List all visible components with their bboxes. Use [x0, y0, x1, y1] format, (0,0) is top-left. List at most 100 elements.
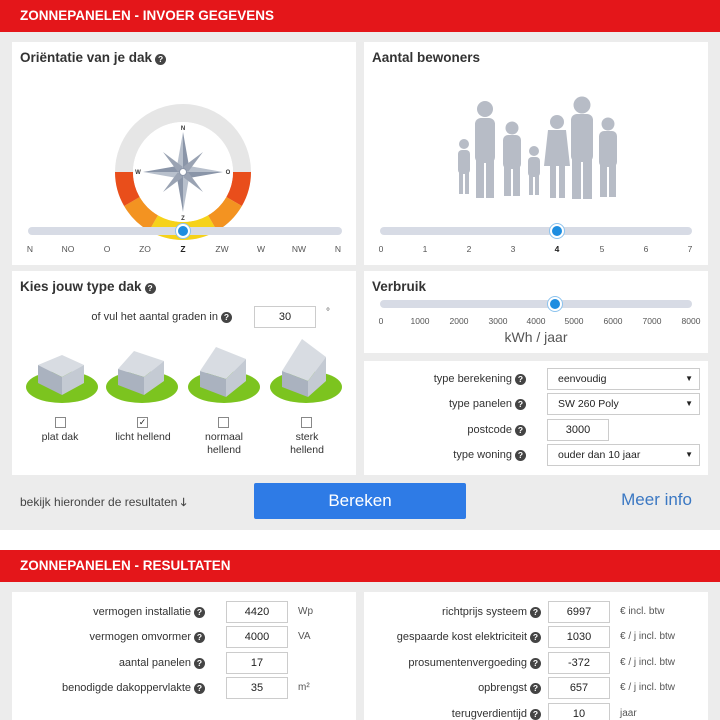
bewoners-slider[interactable]	[380, 227, 692, 235]
tick-label: 4000	[526, 316, 546, 326]
help-icon[interactable]: ?	[515, 425, 526, 436]
type-panelen-select[interactable]: SW 260 Poly ▼	[547, 393, 700, 415]
tick-label: 0	[378, 244, 384, 254]
checkbox-licht-hellend[interactable]: ✓	[137, 417, 148, 428]
roof-types-illustration[interactable]	[12, 337, 356, 427]
result-label: prosumentenvergoeding	[408, 657, 527, 669]
result-unit: VA	[298, 631, 311, 642]
orientatie-slider-thumb[interactable]	[176, 224, 190, 238]
help-icon[interactable]: ?	[530, 607, 541, 618]
dropdown-caret-icon: ▼	[685, 399, 693, 408]
label-plat-dak[interactable]: plat dak	[25, 431, 95, 444]
help-icon[interactable]: ?	[515, 399, 526, 410]
tick-label: 2	[466, 244, 472, 254]
result-unit: Wp	[298, 606, 313, 617]
tick-label: 6	[643, 244, 649, 254]
tick-label: O	[103, 244, 111, 254]
tick-label: 1	[422, 244, 428, 254]
tick-label: 7	[687, 244, 693, 254]
tick-label: 3	[510, 244, 516, 254]
settings-form-panel: type berekening? eenvoudig ▼ type panelen…	[364, 361, 708, 475]
tick-label: N	[26, 244, 34, 254]
tick-label: NO	[61, 244, 75, 254]
results-hint[interactable]: bekijk hieronder de resultaten 🡓	[20, 494, 187, 513]
resultaten-right-panel: richtprijs systeem? 6997 € incl. btw ges…	[364, 592, 708, 720]
compass-label-w: W	[135, 170, 141, 176]
resultaten-left-panel: vermogen installatie? 4420 Wp vermogen o…	[12, 592, 356, 720]
bewoners-slider-thumb[interactable]	[550, 224, 564, 238]
result-label: aantal panelen	[118, 657, 191, 669]
bewoners-panel: Aantal bewoners 0 1 2 3 4 5 6 7	[364, 42, 708, 265]
invoer-header: ZONNEPANELEN - INVOER GEGEVENS	[0, 0, 720, 32]
tick-label: 8000	[681, 316, 701, 326]
tick-label: 7000	[642, 316, 662, 326]
result-value: 35	[226, 677, 288, 699]
meer-info-link[interactable]: Meer info	[621, 490, 692, 510]
tick-label: W	[256, 244, 266, 254]
postcode-input[interactable]: 3000	[547, 419, 609, 441]
result-value: 10	[548, 703, 610, 720]
help-icon[interactable]: ?	[530, 658, 541, 669]
result-unit: € incl. btw	[620, 606, 665, 617]
graden-unit: °	[326, 307, 330, 318]
result-unit: € / j incl. btw	[620, 682, 676, 693]
result-label: vermogen omvormer	[89, 631, 191, 643]
dropdown-caret-icon: ▼	[685, 450, 693, 459]
type-dak-title: Kies jouw type dak	[20, 279, 142, 294]
tick-label: 5	[599, 244, 605, 254]
label-sterk-hellend[interactable]: sterk hellend	[272, 431, 342, 457]
type-berekening-select[interactable]: eenvoudig ▼	[547, 368, 700, 390]
help-icon[interactable]: ?	[194, 683, 205, 694]
tick-label: 3000	[488, 316, 508, 326]
help-icon[interactable]: ?	[515, 374, 526, 385]
dropdown-caret-icon: ▼	[685, 374, 693, 383]
help-icon[interactable]: ?	[515, 450, 526, 461]
graden-label: of vul het aantal graden in	[91, 311, 218, 323]
help-icon[interactable]: ?	[144, 283, 156, 294]
result-value: 4420	[226, 601, 288, 623]
result-value: 657	[548, 677, 610, 699]
house-steep-slope-roof-icon	[270, 339, 342, 403]
house-normal-slope-roof-icon	[188, 347, 260, 403]
arrow-down-icon: 🡓	[180, 497, 187, 509]
help-icon[interactable]: ?	[221, 312, 232, 323]
tick-label: 6000	[603, 316, 623, 326]
verbruik-slider[interactable]	[380, 300, 692, 308]
help-icon[interactable]: ?	[530, 709, 541, 720]
result-value: 4000	[226, 626, 288, 648]
result-value: -372	[548, 652, 610, 674]
result-value: 6997	[548, 601, 610, 623]
result-label: richtprijs systeem	[442, 606, 527, 618]
help-icon[interactable]: ?	[194, 632, 205, 643]
tick-label: NW	[291, 244, 307, 254]
tick-label: ZW	[215, 244, 229, 254]
result-label: vermogen installatie	[93, 606, 191, 618]
help-icon[interactable]: ?	[530, 683, 541, 694]
type-woning-select[interactable]: ouder dan 10 jaar ▼	[547, 444, 700, 466]
result-unit: € / j incl. btw	[620, 657, 676, 668]
checkbox-plat-dak[interactable]	[55, 417, 66, 428]
compass-label-z: Z	[181, 216, 185, 222]
checkbox-sterk-hellend[interactable]	[301, 417, 312, 428]
help-icon[interactable]: ?	[194, 607, 205, 618]
label-licht-hellend[interactable]: licht hellend	[108, 431, 178, 444]
tick-label: ZO	[139, 244, 151, 254]
checkbox-normaal-hellend[interactable]	[218, 417, 229, 428]
postcode-label: postcode	[467, 424, 512, 436]
result-unit: jaar	[620, 708, 637, 719]
verbruik-slider-thumb[interactable]	[548, 297, 562, 311]
tick-label: 2000	[449, 316, 469, 326]
result-label: gespaarde kost elektriciteit	[396, 631, 527, 643]
bereken-button[interactable]: Bereken	[254, 483, 466, 519]
ring-segment-w	[115, 171, 140, 206]
result-label: benodigde dakoppervlakte	[61, 682, 191, 694]
house-flat-roof-icon	[26, 355, 98, 403]
compass-label-o: O	[226, 170, 231, 176]
help-icon[interactable]: ?	[194, 658, 205, 669]
graden-input[interactable]: 30	[254, 306, 316, 328]
tick-label-selected: Z	[180, 244, 186, 254]
label-normaal-hellend[interactable]: normaal hellend	[189, 431, 259, 457]
type-woning-label: type woning	[453, 449, 512, 461]
resultaten-header: ZONNEPANELEN - RESULTATEN	[0, 550, 720, 582]
help-icon[interactable]: ?	[530, 632, 541, 643]
